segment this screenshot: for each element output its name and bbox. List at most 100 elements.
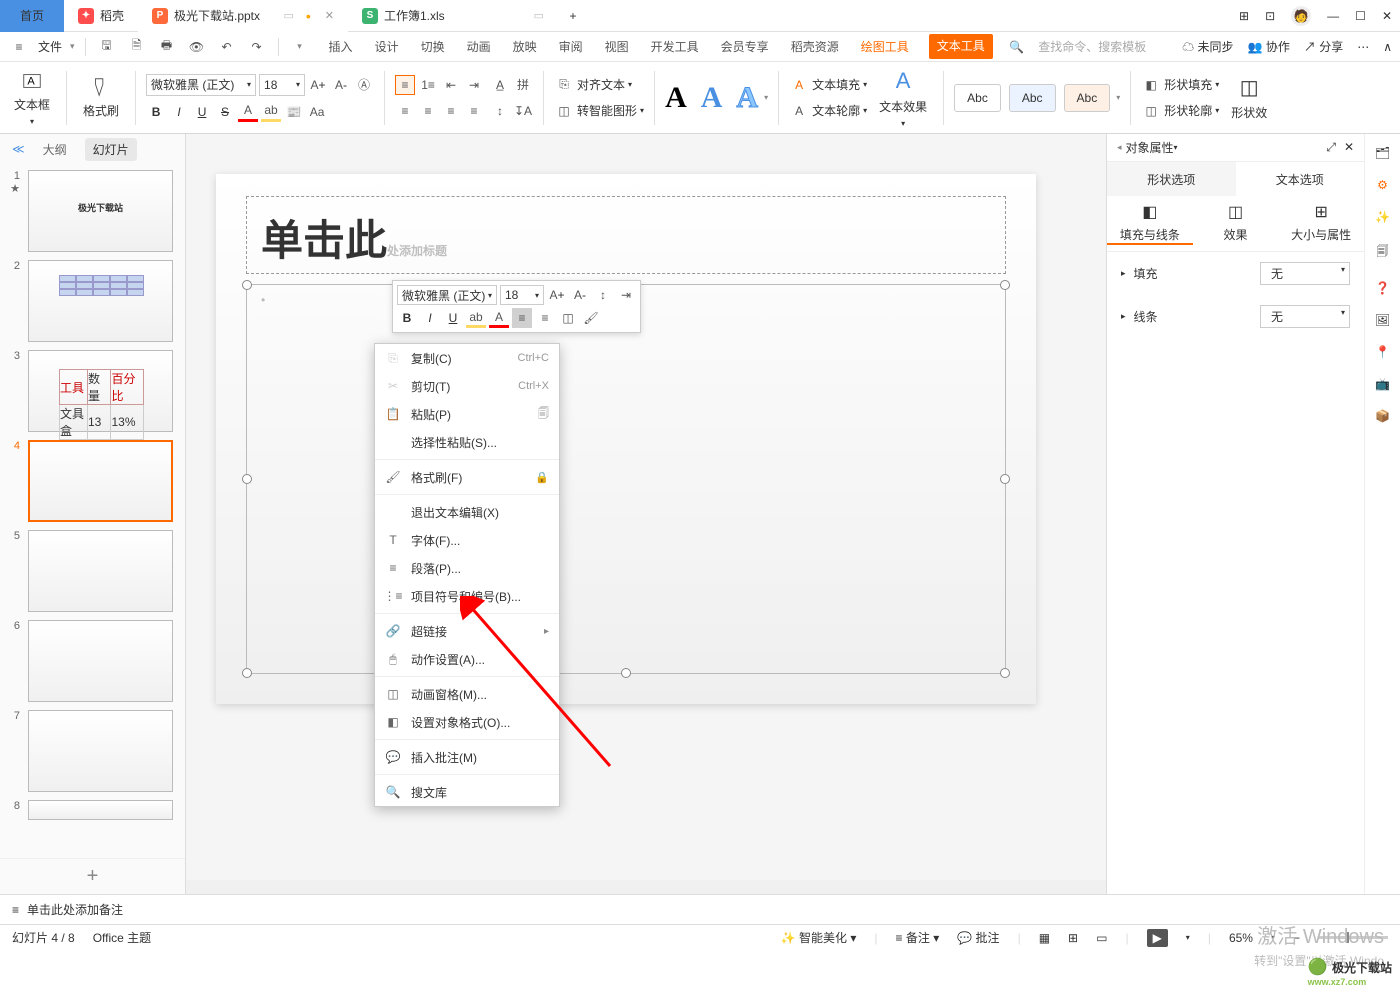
align-text-icon[interactable]: ⎘ — [554, 75, 574, 95]
horizontal-scrollbar[interactable] — [186, 880, 1106, 894]
align-center-icon[interactable]: ≡ — [418, 101, 438, 121]
tab-home[interactable]: 首页 — [0, 0, 64, 32]
font-color-icon[interactable]: A — [238, 102, 258, 122]
format-brush-button[interactable]: 格式刷 — [77, 64, 125, 131]
ctx-souwenku[interactable]: 🔍搜文库 — [375, 778, 559, 806]
text-direction-icon[interactable]: ↧A — [513, 101, 533, 121]
thumbnail-4[interactable] — [28, 440, 173, 522]
ctx-format-obj[interactable]: ◧设置对象格式(O)... — [375, 708, 559, 736]
line-section[interactable]: ▸线条 无▾ — [1107, 295, 1364, 338]
avatar-icon[interactable]: 🧑 — [1291, 6, 1311, 26]
thumbnail-7[interactable] — [28, 710, 173, 792]
unsync-button[interactable]: ☁ 未同步 — [1182, 38, 1233, 55]
sb-icon-9[interactable]: 📦 — [1375, 409, 1390, 423]
text-styles-more-icon[interactable]: ▾ — [764, 93, 768, 102]
mini-bullets-icon[interactable]: ≡ — [535, 308, 555, 328]
search-input[interactable]: 查找命令、搜索模板 — [1038, 38, 1168, 55]
content-placeholder[interactable]: • — [246, 284, 1006, 674]
text-outline-button[interactable]: 文本轮廓 — [812, 102, 860, 119]
thumbnails[interactable]: 1★极光下载站 2 3工具数量百分比文具盒1313%圆珠笔3434%其他5353… — [0, 164, 185, 858]
redo-icon[interactable]: ↷ — [246, 36, 268, 58]
notes-bar[interactable]: ≡ 单击此处添加备注 — [0, 894, 1400, 924]
menu-review[interactable]: 审阅 — [557, 34, 585, 59]
ctx-exit-text-edit[interactable]: 退出文本编辑(X) — [375, 498, 559, 526]
ctx-paragraph[interactable]: ≡段落(P)... — [375, 554, 559, 582]
text-fill-button[interactable]: 文本填充 — [812, 76, 860, 93]
menu-transition[interactable]: 切换 — [419, 34, 447, 59]
mini-fontcolor-icon[interactable]: A — [489, 308, 509, 328]
notes-button[interactable]: ≡ 备注 ▾ — [896, 929, 940, 946]
ctx-action[interactable]: 🖱动作设置(A)... — [375, 645, 559, 673]
italic-icon[interactable]: I — [169, 102, 189, 122]
tab-pptx[interactable]: P 极光下载站.pptx ▭ • ✕ — [138, 0, 348, 32]
shape-options-tab[interactable]: 形状选项 — [1107, 162, 1236, 196]
menu-texttool[interactable]: 文本工具 — [929, 34, 993, 59]
thumbnail-6[interactable] — [28, 620, 173, 702]
slide[interactable]: 单击此处添加标题 • — [216, 174, 1036, 704]
ctx-format-brush[interactable]: 🖌格式刷(F)🔒 — [375, 463, 559, 491]
shape-fill-icon[interactable]: ◧ — [1141, 75, 1161, 95]
sb-icon-1[interactable]: 🗂 — [1375, 146, 1390, 160]
change-case-icon[interactable]: Aa — [307, 102, 327, 122]
size-prop-subtab[interactable]: ⊞大小与属性 — [1278, 202, 1364, 245]
char-border-icon[interactable]: A̲ — [490, 75, 510, 95]
text-options-tab[interactable]: 文本选项 — [1236, 162, 1365, 196]
sb-icon-2[interactable]: ⚙ — [1377, 178, 1388, 192]
minimize-button[interactable]: — — [1327, 9, 1339, 23]
align-justify-icon[interactable]: ≡ — [464, 101, 484, 121]
print-preview-icon[interactable]: 👁 — [186, 36, 208, 58]
shape-style-3[interactable]: Abc — [1064, 84, 1111, 112]
collab-button[interactable]: 👥 协作 — [1248, 38, 1290, 55]
menu-devtools[interactable]: 开发工具 — [649, 34, 701, 59]
sb-icon-3[interactable]: ✨ — [1375, 210, 1390, 224]
mini-brush-icon[interactable]: 🖌 — [581, 308, 601, 328]
ctx-hyperlink[interactable]: 🔗超链接▸ — [375, 617, 559, 645]
mini-decfont-icon[interactable]: A- — [570, 285, 590, 305]
apps-icon[interactable]: ⊡ — [1265, 9, 1275, 23]
zoom-value[interactable]: 65% — [1229, 931, 1253, 945]
bold-icon[interactable]: B — [146, 102, 166, 122]
share-button[interactable]: ↗ 分享 — [1304, 38, 1343, 55]
thumbnail-1[interactable]: 极光下载站 — [28, 170, 173, 252]
save-as-icon[interactable]: 🗎 — [126, 36, 148, 58]
new-tab-button[interactable]: + — [558, 0, 588, 32]
increase-font-icon[interactable]: A+ — [308, 75, 328, 95]
mini-shape-icon[interactable]: ◫ — [558, 308, 578, 328]
ctx-insert-comment[interactable]: 💬插入批注(M) — [375, 743, 559, 771]
shape-effect-button[interactable]: ◫ 形状效 — [1225, 64, 1273, 131]
mini-incfont-icon[interactable]: A+ — [547, 285, 567, 305]
menu-slideshow[interactable]: 放映 — [511, 34, 539, 59]
notes-placeholder[interactable]: 单击此处添加备注 — [27, 901, 123, 918]
increase-indent-icon[interactable]: ⇥ — [464, 75, 484, 95]
close-tab-icon[interactable]: ✕ — [325, 9, 334, 22]
smart-beautify-button[interactable]: ✨ 智能美化 ▾ — [781, 929, 857, 946]
mini-size-select[interactable]: 18▾ — [500, 285, 544, 305]
sb-icon-7[interactable]: 📍 — [1375, 345, 1390, 359]
decrease-indent-icon[interactable]: ⇤ — [441, 75, 461, 95]
fill-section[interactable]: ▸填充 无▾ — [1107, 252, 1364, 295]
thumbnail-8[interactable] — [28, 800, 173, 820]
text-effect-button[interactable]: A 文本效果▾ — [873, 64, 933, 131]
maximize-button[interactable]: ☐ — [1355, 9, 1366, 23]
sb-icon-8[interactable]: 📺 — [1375, 377, 1390, 391]
shape-outline-icon[interactable]: ◫ — [1141, 101, 1161, 121]
slides-tab[interactable]: 幻灯片 — [85, 138, 137, 161]
shape-fill-button[interactable]: 形状填充 — [1164, 76, 1212, 93]
print-icon[interactable]: 🖶 — [156, 36, 178, 58]
tab-dk[interactable]: ✦ 稻壳 — [64, 0, 138, 32]
align-left-icon[interactable]: ≡ — [395, 101, 415, 121]
mini-underline-icon[interactable]: U — [443, 308, 463, 328]
strike-icon[interactable]: S — [215, 102, 235, 122]
mini-highlight-icon[interactable]: ab — [466, 308, 486, 328]
collapse-panel-icon[interactable]: ≪ — [12, 142, 25, 156]
ctx-bullets[interactable]: ⋮≡项目符号和编号(B)... — [375, 582, 559, 610]
font-name-select[interactable]: 微软雅黑 (正文)▾ — [146, 74, 256, 96]
title-text[interactable]: 单击此处添加标题 — [247, 197, 1005, 278]
view-reading-icon[interactable]: ▭ — [1096, 931, 1107, 945]
underline-icon[interactable]: U — [192, 102, 212, 122]
slideshow-button[interactable]: ▶ — [1147, 929, 1168, 947]
phonetic-icon[interactable]: 拼 — [513, 75, 533, 95]
smart-graphic-button[interactable]: 转智能图形 — [577, 102, 637, 119]
ctx-paste-special[interactable]: 选择性粘贴(S)... — [375, 428, 559, 456]
bullets-icon[interactable]: ≡ — [395, 75, 415, 95]
